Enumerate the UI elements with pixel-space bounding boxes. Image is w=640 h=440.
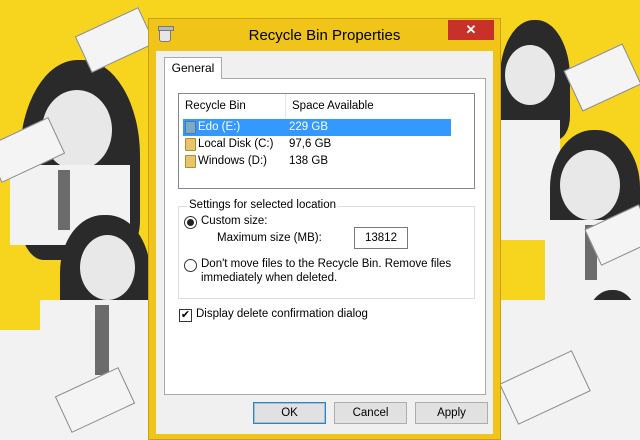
wallpaper-face <box>80 235 135 300</box>
settings-legend: Settings for selected location <box>187 199 339 211</box>
wallpaper-shirt <box>0 330 40 440</box>
location-name: Edo (E:) <box>198 121 241 133</box>
settings-group: Settings for selected location Custom si… <box>178 199 475 299</box>
dialog-body: General Recycle Bin Location Space Avail… <box>156 51 493 434</box>
wallpaper-cup <box>74 7 156 73</box>
close-button[interactable]: ✕ <box>448 20 494 40</box>
custom-size-label[interactable]: Custom size: <box>201 215 267 227</box>
wallpaper-face <box>505 45 555 105</box>
maximum-size-input[interactable]: 13812 <box>354 227 408 249</box>
wallpaper-cup <box>563 43 640 112</box>
title-bar[interactable]: Recycle Bin Properties ✕ <box>149 19 500 51</box>
ok-button[interactable]: OK <box>253 402 326 424</box>
location-name: Local Disk (C:) <box>198 138 274 150</box>
close-icon: ✕ <box>465 22 477 37</box>
cancel-button[interactable]: Cancel <box>334 402 407 424</box>
confirm-dialog-label[interactable]: Display delete confirmation dialog <box>196 308 368 320</box>
folder-icon <box>185 138 196 151</box>
space-available: 229 GB <box>289 121 328 133</box>
general-tab-panel: Recycle Bin Location Space Available Edo… <box>164 78 486 395</box>
column-header-space[interactable]: Space Available <box>286 94 446 118</box>
dont-move-radio[interactable] <box>184 259 197 272</box>
apply-button[interactable]: Apply <box>415 402 488 424</box>
tab-general[interactable]: General <box>164 57 222 79</box>
list-item[interactable]: Edo (E:) 229 GB <box>183 119 451 136</box>
custom-size-radio[interactable] <box>184 216 197 229</box>
recycle-bin-properties-dialog: Recycle Bin Properties ✕ General Recycle… <box>148 18 501 440</box>
list-item[interactable]: Windows (D:) 138 GB <box>183 153 451 170</box>
location-name: Windows (D:) <box>198 155 268 167</box>
wallpaper-tie <box>58 170 70 230</box>
wallpaper-face <box>560 150 620 220</box>
maximum-size-label: Maximum size (MB): <box>217 232 322 244</box>
dont-move-label[interactable]: Don't move files to the Recycle Bin. Rem… <box>201 257 471 285</box>
drive-icon <box>185 121 196 134</box>
column-header-location[interactable]: Recycle Bin Location <box>179 94 286 136</box>
space-available: 138 GB <box>289 155 328 167</box>
list-item[interactable]: Local Disk (C:) 97,6 GB <box>183 136 451 153</box>
checkmark-icon: ✔ <box>180 309 191 321</box>
space-available: 97,6 GB <box>289 138 332 150</box>
location-list[interactable]: Recycle Bin Location Space Available Edo… <box>178 93 475 189</box>
confirm-dialog-checkbox[interactable]: ✔ <box>179 309 192 322</box>
folder-icon <box>185 155 196 168</box>
wallpaper-tie <box>95 305 109 375</box>
